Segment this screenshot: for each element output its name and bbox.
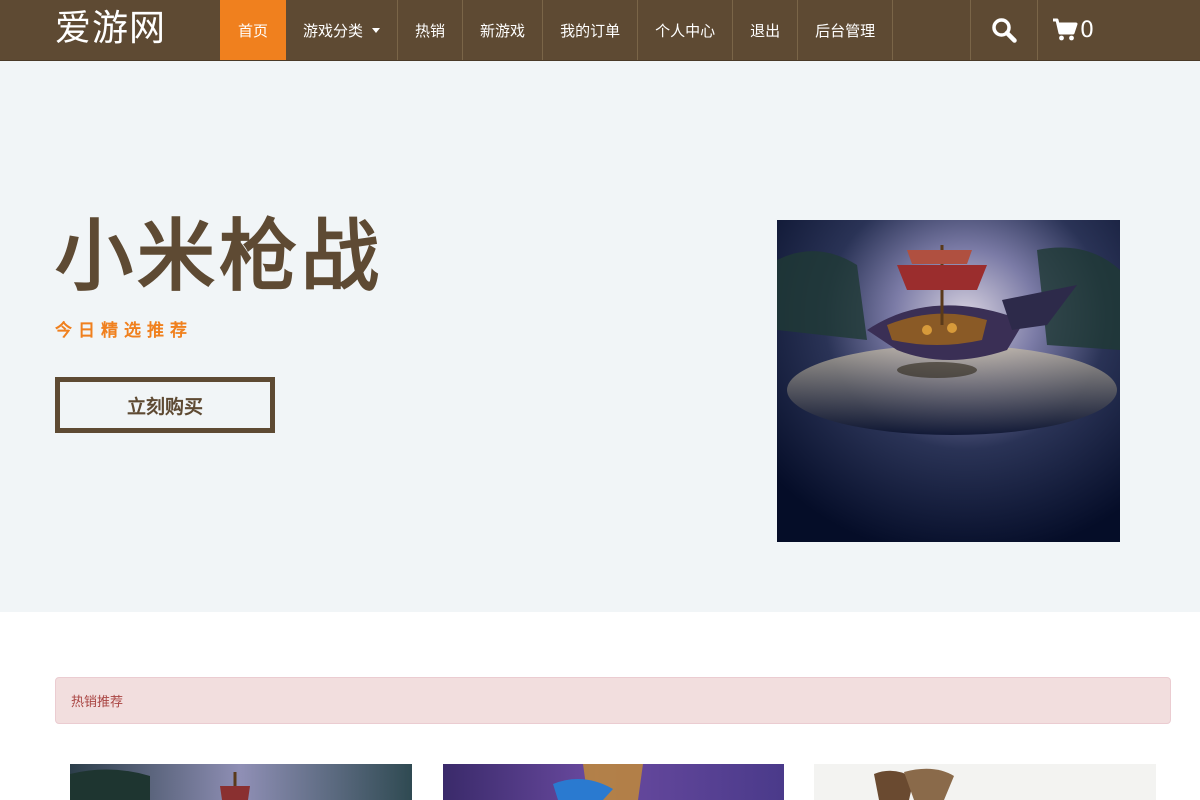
- search-icon: [992, 18, 1017, 43]
- main-nav: 首页 游戏分类 热销 新游戏 我的订单 个人中心 退出 后台管理: [220, 0, 894, 60]
- game-thumbnail[interactable]: [70, 764, 412, 800]
- hero-game-image[interactable]: [777, 220, 1120, 542]
- game-thumbnail[interactable]: [443, 764, 784, 800]
- nav-right-tools: 0: [970, 0, 1117, 60]
- nav-item-admin[interactable]: 后台管理: [798, 0, 894, 60]
- nav-item-label: 热销: [415, 21, 446, 40]
- nav-item-hot[interactable]: 热销: [398, 0, 464, 60]
- nav-item-categories[interactable]: 游戏分类: [286, 0, 399, 60]
- nav-item-label: 个人中心: [655, 21, 716, 40]
- hot-recommend-alert: 热销推荐: [55, 677, 1171, 724]
- alert-text: 热销推荐: [71, 695, 124, 710]
- nav-item-label: 新游戏: [480, 21, 526, 40]
- nav-item-new-games[interactable]: 新游戏: [463, 0, 544, 60]
- hero-banner: 小米枪战 今日精选推荐 立刻购买: [0, 61, 1200, 612]
- top-navbar: 爱游网 首页 游戏分类 热销 新游戏 我的订单 个人中心 退出 后台管理 0: [0, 0, 1200, 61]
- chevron-down-icon: [372, 27, 381, 33]
- nav-item-label: 后台管理: [815, 21, 876, 40]
- nav-item-label: 首页: [238, 21, 269, 40]
- nav-item-label: 我的订单: [560, 21, 621, 40]
- hero-subtitle: 今日精选推荐: [55, 321, 193, 341]
- brand-logo[interactable]: 爱游网: [55, 6, 166, 52]
- nav-item-label: 游戏分类: [303, 21, 364, 40]
- hero-title: 小米枪战: [55, 212, 384, 302]
- buy-now-button[interactable]: 立刻购买: [55, 377, 275, 433]
- nav-item-label: 退出: [750, 21, 781, 40]
- search-button[interactable]: [970, 0, 1037, 60]
- cart-count: 0: [1080, 17, 1094, 43]
- cart-icon: [1053, 18, 1078, 41]
- hero-game-illustration: [777, 220, 1120, 542]
- game-thumbnail-image: [70, 764, 412, 800]
- nav-item-profile[interactable]: 个人中心: [638, 0, 734, 60]
- nav-item-my-orders[interactable]: 我的订单: [543, 0, 639, 60]
- game-thumbnail[interactable]: [814, 764, 1156, 800]
- nav-item-home[interactable]: 首页: [220, 0, 287, 60]
- game-thumbnail-image: [814, 764, 1156, 800]
- cart-button[interactable]: 0: [1037, 0, 1117, 60]
- nav-item-logout[interactable]: 退出: [733, 0, 799, 60]
- game-thumbnail-image: [443, 764, 784, 800]
